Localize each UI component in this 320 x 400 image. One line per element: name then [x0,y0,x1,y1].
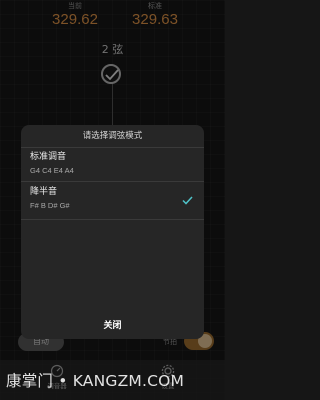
option-name: 标准调音 [30,152,67,162]
option-standard-tuning[interactable]: 标准调音 G4 C4 E4 A4 [21,147,204,182]
tuning-mode-dialog: 请选择调弦模式 标准调音 G4 C4 E4 A4 降半音 F# B D# G# … [21,125,204,339]
option-name: 降半音 [30,187,58,197]
option-notes: G4 C4 E4 A4 [30,166,74,175]
option-half-step-down[interactable]: 降半音 F# B D# G# [21,182,204,220]
dialog-title: 请选择调弦模式 [21,125,204,148]
watermark-text: 康掌门 • KANGZM.COM [6,372,185,390]
close-button[interactable]: 关闭 [21,313,204,339]
option-notes: F# B D# G# [30,201,70,210]
selected-check-icon [182,196,193,205]
